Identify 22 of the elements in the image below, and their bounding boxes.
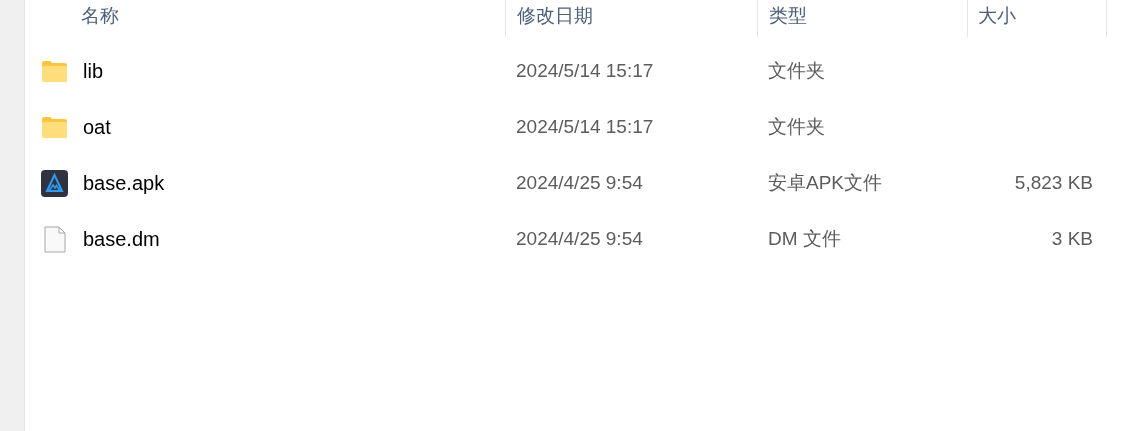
column-header[interactable]: 大小 bbox=[968, 2, 1016, 31]
modified-date: 2024/4/25 9:54 bbox=[516, 226, 643, 251]
file-size: 5,823 KB bbox=[1014, 170, 1093, 195]
file-type: 文件夹 bbox=[768, 58, 825, 83]
file-type: 文件夹 bbox=[768, 114, 825, 139]
file-name[interactable]: base.dm bbox=[83, 224, 160, 254]
file-name[interactable]: base.apk bbox=[83, 168, 165, 198]
file-icon bbox=[43, 225, 66, 253]
folder-icon bbox=[42, 60, 67, 82]
modified-date: 2024/4/25 9:54 bbox=[516, 170, 643, 195]
folder-icon bbox=[42, 116, 67, 138]
modified-date: 2024/5/14 15:17 bbox=[516, 114, 654, 139]
file-size: 3 KB bbox=[1051, 226, 1093, 251]
file-name[interactable]: lib bbox=[83, 56, 103, 86]
column-header[interactable]: 类型 bbox=[758, 2, 807, 31]
file-name[interactable]: oat bbox=[83, 112, 111, 142]
file-type: DM 文件 bbox=[768, 226, 841, 251]
file-type: 安卓APK文件 bbox=[768, 170, 883, 195]
modified-date: 2024/5/14 15:17 bbox=[516, 58, 654, 83]
column-header[interactable]: 修改日期 bbox=[506, 2, 593, 31]
app-icon bbox=[41, 169, 68, 197]
column-header[interactable]: 名称 bbox=[25, 2, 119, 31]
